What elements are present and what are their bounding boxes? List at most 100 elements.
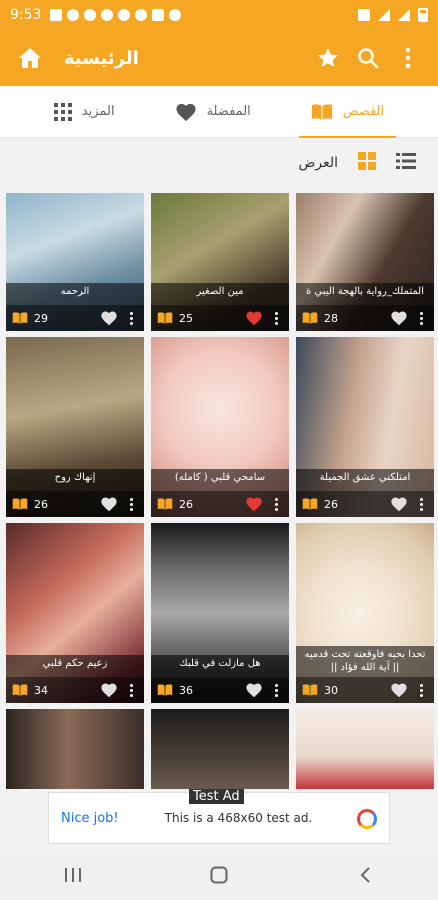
book-icon <box>12 498 28 510</box>
list-view-icon <box>396 153 416 169</box>
story-info-bar: 34 <box>6 677 144 703</box>
overflow-menu-button[interactable] <box>388 38 428 78</box>
search-button[interactable] <box>348 38 388 78</box>
story-info-bar: 29 <box>6 305 144 331</box>
story-card[interactable] <box>6 709 144 789</box>
book-icon <box>311 103 332 120</box>
chapter-count: 26 <box>324 497 338 511</box>
heart-icon[interactable] <box>245 496 263 512</box>
image-icon <box>152 9 165 21</box>
chapter-count: 30 <box>324 683 338 697</box>
facebook-icon <box>101 9 114 21</box>
ad-headline: Nice job! <box>61 810 119 826</box>
battery-icon <box>418 8 428 22</box>
messenger-icon <box>135 9 148 21</box>
more-vert-icon[interactable] <box>269 497 283 511</box>
star-icon <box>318 48 338 67</box>
story-info-bar: 26 <box>6 491 144 517</box>
back-button[interactable] <box>345 855 385 895</box>
status-left: 9:53 <box>10 7 182 23</box>
heart-icon[interactable] <box>390 496 408 512</box>
story-title: هل مازلت في قلبك <box>151 655 289 677</box>
list-view-button[interactable] <box>396 153 416 173</box>
system-nav-bar <box>0 850 438 900</box>
heart-icon <box>176 103 196 121</box>
book-icon <box>302 498 318 510</box>
story-cover-image <box>151 709 289 789</box>
tab-favorites[interactable]: المفضلة <box>163 86 263 138</box>
story-card[interactable]: تحدا بحبه فاوقعته تحت قدميه || آية الله … <box>296 523 434 703</box>
story-info-bar: 30 <box>296 677 434 703</box>
story-card[interactable]: امتلكني عشق الجميلة 26 <box>296 337 434 517</box>
grid-view-button[interactable] <box>358 152 376 174</box>
home-nav-button[interactable] <box>199 855 239 895</box>
sync-icon <box>84 9 97 21</box>
tab-favorites-label: المفضلة <box>206 104 251 119</box>
more-vert-icon[interactable] <box>124 683 138 697</box>
more-vert-icon[interactable] <box>269 683 283 697</box>
home-circle-icon <box>210 866 228 884</box>
home-icon <box>19 48 41 68</box>
facebook-icon <box>118 9 131 21</box>
story-info-bar: 26 <box>296 491 434 517</box>
story-cover-image <box>296 709 434 789</box>
story-card[interactable]: زعيم حكم قلبي 34 <box>6 523 144 703</box>
chapter-count: 29 <box>34 311 48 325</box>
page-title: الرئيسية <box>64 47 139 69</box>
recents-icon <box>65 868 81 882</box>
story-title: زعيم حكم قلبي <box>6 655 144 677</box>
more-vert-icon[interactable] <box>269 311 283 325</box>
book-icon <box>12 684 28 696</box>
heart-icon[interactable] <box>245 310 263 326</box>
heart-icon[interactable] <box>100 496 118 512</box>
heart-icon[interactable] <box>390 310 408 326</box>
chapter-count: 28 <box>324 311 338 325</box>
chapter-count: 26 <box>179 497 193 511</box>
book-icon <box>157 312 173 324</box>
test-ad-tag: Test Ad <box>189 789 244 804</box>
chapter-count: 26 <box>34 497 48 511</box>
book-icon <box>157 684 173 696</box>
story-info-bar: 36 <box>151 677 289 703</box>
status-time: 9:53 <box>10 7 42 23</box>
story-card[interactable]: المتملك_رواية بالهجة اليبي ة 28 <box>296 193 434 331</box>
story-card[interactable]: إنهاك روح 26 <box>6 337 144 517</box>
book-icon <box>12 312 28 324</box>
heart-icon[interactable] <box>100 310 118 326</box>
more-vert-icon[interactable] <box>124 497 138 511</box>
tab-stories[interactable]: القصص <box>298 86 397 138</box>
heart-icon[interactable] <box>390 682 408 698</box>
story-card[interactable]: الرحمه 29 <box>6 193 144 331</box>
more-vert-icon[interactable] <box>414 497 428 511</box>
more-vert-icon[interactable] <box>414 311 428 325</box>
story-card[interactable]: هل مازلت في قلبك 36 <box>151 523 289 703</box>
story-card[interactable]: مين الصغير 25 <box>151 193 289 331</box>
story-info-bar: 26 <box>151 491 289 517</box>
more-vert-icon[interactable] <box>414 683 428 697</box>
heart-icon[interactable] <box>100 682 118 698</box>
favorites-button[interactable] <box>308 38 348 78</box>
chapter-count: 25 <box>179 311 193 325</box>
vibrate-icon <box>358 9 370 21</box>
book-icon <box>157 498 173 510</box>
story-info-bar: 25 <box>151 305 289 331</box>
ad-banner[interactable]: Test Ad Nice job! This is a 468x60 test … <box>48 789 390 844</box>
recents-button[interactable] <box>53 855 93 895</box>
story-card[interactable]: سامحي قلبي ( كامله) 26 <box>151 337 289 517</box>
ad-text: This is a 468x60 test ad. <box>164 811 313 825</box>
home-button[interactable] <box>10 38 50 78</box>
story-card[interactable] <box>296 709 434 789</box>
view-label: العرض <box>298 155 338 171</box>
heart-icon[interactable] <box>245 682 263 698</box>
status-right <box>358 8 428 22</box>
story-title: إنهاك روح <box>6 469 144 491</box>
tab-stories-label: القصص <box>342 104 385 119</box>
view-selector: العرض <box>0 138 438 188</box>
book-icon <box>302 312 318 324</box>
tab-more[interactable]: المزيد <box>42 86 127 138</box>
story-title: مين الصغير <box>151 283 289 305</box>
more-vert-icon[interactable] <box>124 311 138 325</box>
story-info-bar: 28 <box>296 305 434 331</box>
story-card[interactable] <box>151 709 289 789</box>
bag-icon <box>50 9 63 21</box>
